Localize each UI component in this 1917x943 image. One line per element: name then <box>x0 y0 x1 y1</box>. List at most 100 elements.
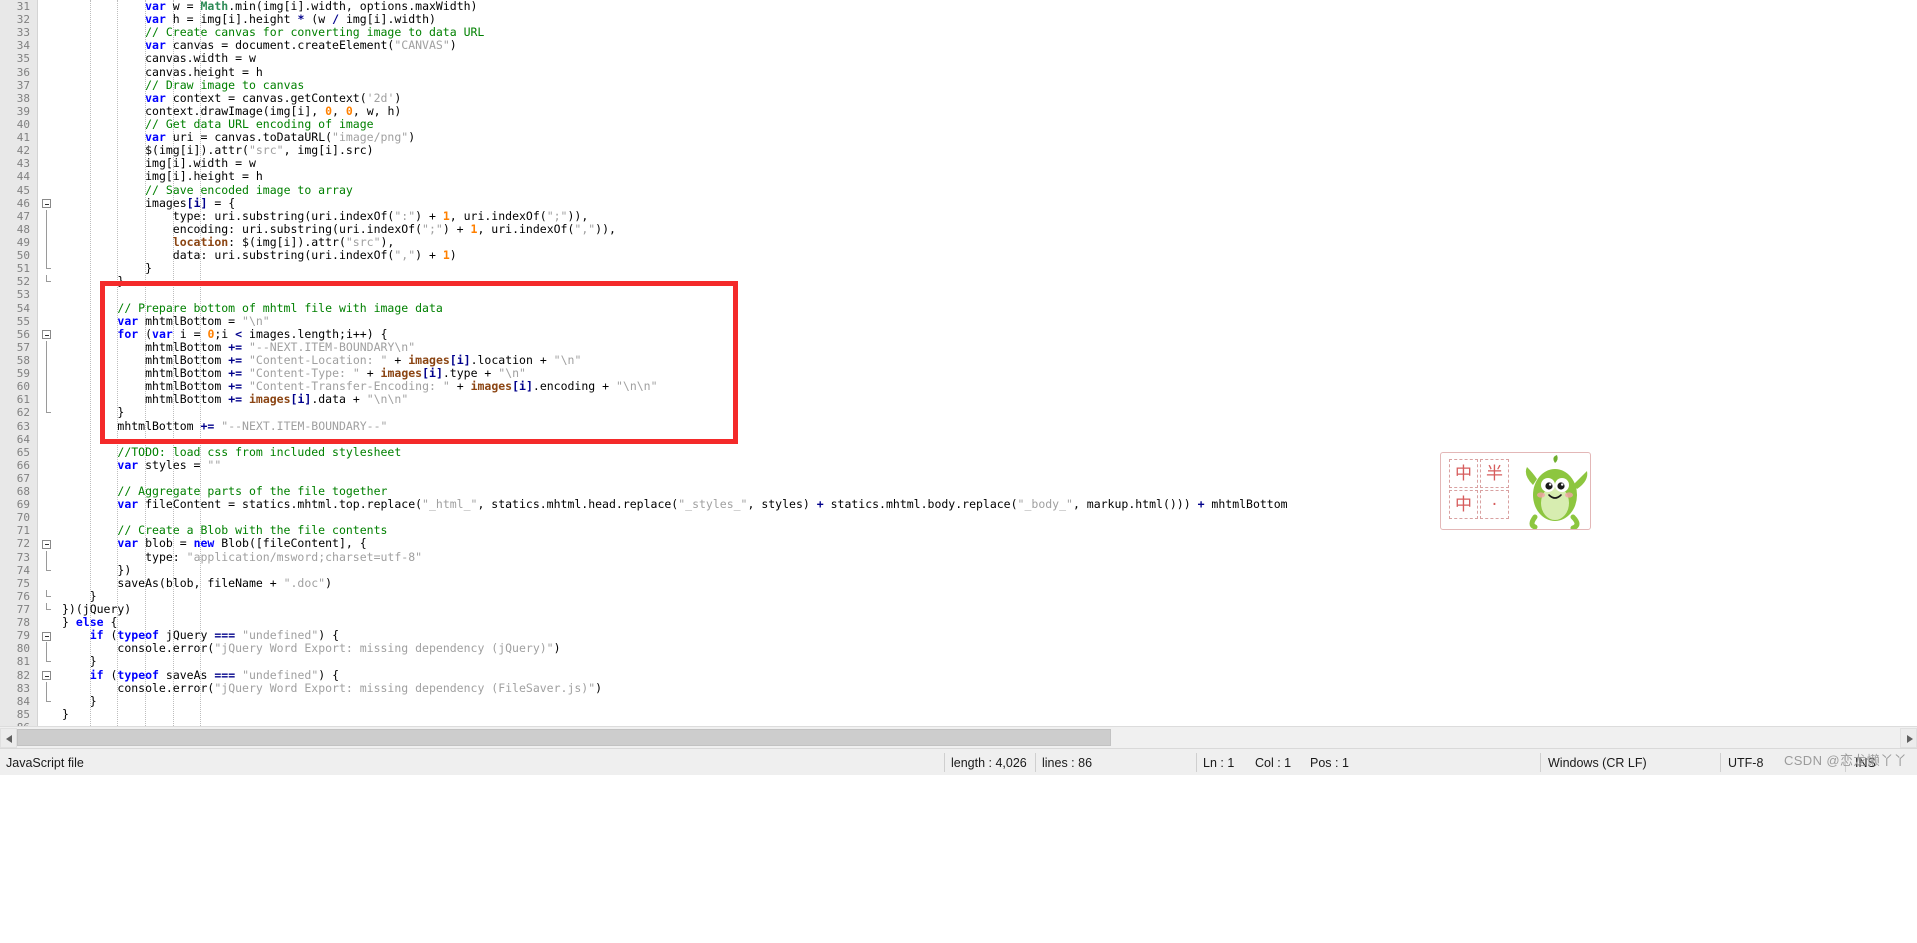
code-text[interactable]: data: uri.substring(uri.indexOf(",") + 1… <box>56 249 1917 262</box>
code-line[interactable]: 75 saveAs(blob, fileName + ".doc") <box>0 576 1917 590</box>
code-text[interactable]: saveAs(blob, fileName + ".doc") <box>56 576 1917 590</box>
code-token: // Create canvas for converting image to… <box>145 25 485 40</box>
code-line[interactable]: 84 } <box>0 694 1917 708</box>
code-token: //TODO: load css from included styleshee… <box>117 444 402 459</box>
code-line[interactable]: 54 // Prepare bottom of mhtml file with … <box>0 301 1917 315</box>
code-line[interactable]: 69 var fileContent = statics.mhtml.top.r… <box>0 498 1917 512</box>
code-token: fileContent = statics.mhtml.top.replace( <box>138 497 423 512</box>
code-line[interactable]: 35 canvas.width = w <box>0 52 1917 66</box>
fold-guide-line <box>46 209 47 223</box>
scroll-left-arrow-icon[interactable] <box>0 727 17 748</box>
code-line[interactable]: 34 var canvas = document.createElement("… <box>0 39 1917 53</box>
code-text[interactable]: }) <box>56 563 1917 577</box>
code-text[interactable]: type: "application/msword;charset=utf-8" <box>56 550 1917 564</box>
code-text[interactable]: img[i].width = w <box>56 157 1917 170</box>
code-line[interactable]: 63 mhtmlBottom += "--NEXT.ITEM-BOUNDARY-… <box>0 419 1917 433</box>
code-line[interactable]: 42 $(img[i]).attr("src", img[i].src) <box>0 144 1917 158</box>
line-number: 81 <box>0 655 38 669</box>
code-line[interactable]: 50 data: uri.substring(uri.indexOf(",") … <box>0 249 1917 263</box>
code-text[interactable]: //TODO: load css from included styleshee… <box>56 444 1917 459</box>
fold-end-icon <box>46 406 51 414</box>
code-text[interactable]: mhtmlBottom += "--NEXT.ITEM-BOUNDARY--" <box>56 419 1917 433</box>
line-number: 36 <box>0 65 38 79</box>
code-token: ) + <box>442 221 471 236</box>
fold-collapse-icon[interactable] <box>42 199 51 209</box>
code-text[interactable]: mhtmlBottom += images[i].data + "\n\n" <box>56 393 1917 406</box>
code-token: "_body_" <box>1017 497 1073 512</box>
code-text[interactable]: var styles = "" <box>56 458 1917 472</box>
code-token: [i] <box>449 352 471 367</box>
code-token: mhtmlBottom <box>1204 497 1288 512</box>
code-token: "\n\n" <box>615 379 658 394</box>
kanji-cell-top-left: 中 <box>1449 459 1478 488</box>
code-line[interactable]: 61 mhtmlBottom += images[i].data + "\n\n… <box>0 393 1917 407</box>
fold-collapse-icon[interactable] <box>42 631 51 641</box>
code-text[interactable]: } <box>56 707 1917 721</box>
line-number: 53 <box>0 288 38 302</box>
scrollbar-track[interactable] <box>17 727 1900 748</box>
fold-collapse-icon[interactable] <box>42 539 51 549</box>
fold-guide-line <box>46 380 47 394</box>
code-text[interactable]: var fileContent = statics.mhtml.top.repl… <box>56 498 1917 511</box>
code-token: "undefined" <box>242 667 319 682</box>
line-number: 46 <box>0 196 38 210</box>
code-line[interactable]: 43 img[i].width = w <box>0 157 1917 171</box>
code-text[interactable]: console.error("jQuery Word Export: missi… <box>56 681 1917 695</box>
code-line[interactable]: 65 //TODO: load css from included styles… <box>0 444 1917 459</box>
code-editor-area[interactable]: 31 var w = Math.min(img[i].width, option… <box>0 0 1917 726</box>
code-token: "image/png" <box>332 130 409 145</box>
code-text[interactable]: canvas.height = h <box>56 65 1917 79</box>
code-token: { <box>228 195 236 210</box>
code-text[interactable]: } <box>56 275 1917 288</box>
code-text[interactable]: // Prepare bottom of mhtml file with ima… <box>56 301 1917 315</box>
code-token: ) + <box>415 208 443 223</box>
code-token: var <box>145 90 166 105</box>
code-text[interactable]: var canvas = document.createElement("CAN… <box>56 39 1917 52</box>
code-text[interactable]: $(img[i]).attr("src", img[i].src) <box>56 144 1917 157</box>
code-line[interactable]: 85} <box>0 707 1917 722</box>
code-line[interactable]: 66 var styles = "" <box>0 458 1917 472</box>
code-text[interactable]: console.error("jQuery Word Export: missi… <box>56 642 1917 655</box>
code-token: "\n\n" <box>366 392 409 407</box>
line-number: 55 <box>0 314 38 328</box>
code-token: (w <box>304 12 333 27</box>
code-line[interactable]: 80 console.error("jQuery Word Export: mi… <box>0 642 1917 656</box>
code-text[interactable]: })(jQuery) <box>56 602 1917 616</box>
status-pos: Pos : 1 <box>1310 755 1349 770</box>
code-line[interactable]: 51 } <box>0 262 1917 276</box>
fold-collapse-icon[interactable] <box>42 330 51 340</box>
code-text[interactable]: } <box>56 589 1917 603</box>
code-line[interactable]: 52 } <box>0 275 1917 289</box>
fold-guide-line <box>46 249 47 263</box>
code-text[interactable]: } <box>56 694 1917 708</box>
line-number: 48 <box>0 222 38 236</box>
code-text[interactable]: } <box>56 262 1917 275</box>
code-line[interactable]: 77})(jQuery) <box>0 602 1917 617</box>
code-token: img[i].width = w <box>145 156 256 171</box>
code-token: context.drawImage(img[i], <box>145 103 326 118</box>
code-line[interactable]: 83 console.error("jQuery Word Export: mi… <box>0 681 1917 695</box>
code-line[interactable]: 45 // Save encoded image to array <box>0 183 1917 197</box>
line-number: 50 <box>0 249 38 263</box>
code-line[interactable]: 73 type: "application/msword;charset=utf… <box>0 550 1917 564</box>
scrollbar-thumb[interactable] <box>17 728 1111 746</box>
fold-collapse-icon[interactable] <box>42 671 51 681</box>
code-line[interactable]: 76 } <box>0 589 1917 604</box>
horizontal-scrollbar[interactable] <box>0 726 1917 748</box>
scroll-right-arrow-icon[interactable] <box>1900 727 1917 748</box>
code-text[interactable]: canvas.width = w <box>56 52 1917 65</box>
code-token: , uri.indexOf( <box>477 221 575 236</box>
code-token: '2d' <box>366 90 395 105</box>
code-text[interactable]: // Save encoded image to array <box>56 183 1917 197</box>
